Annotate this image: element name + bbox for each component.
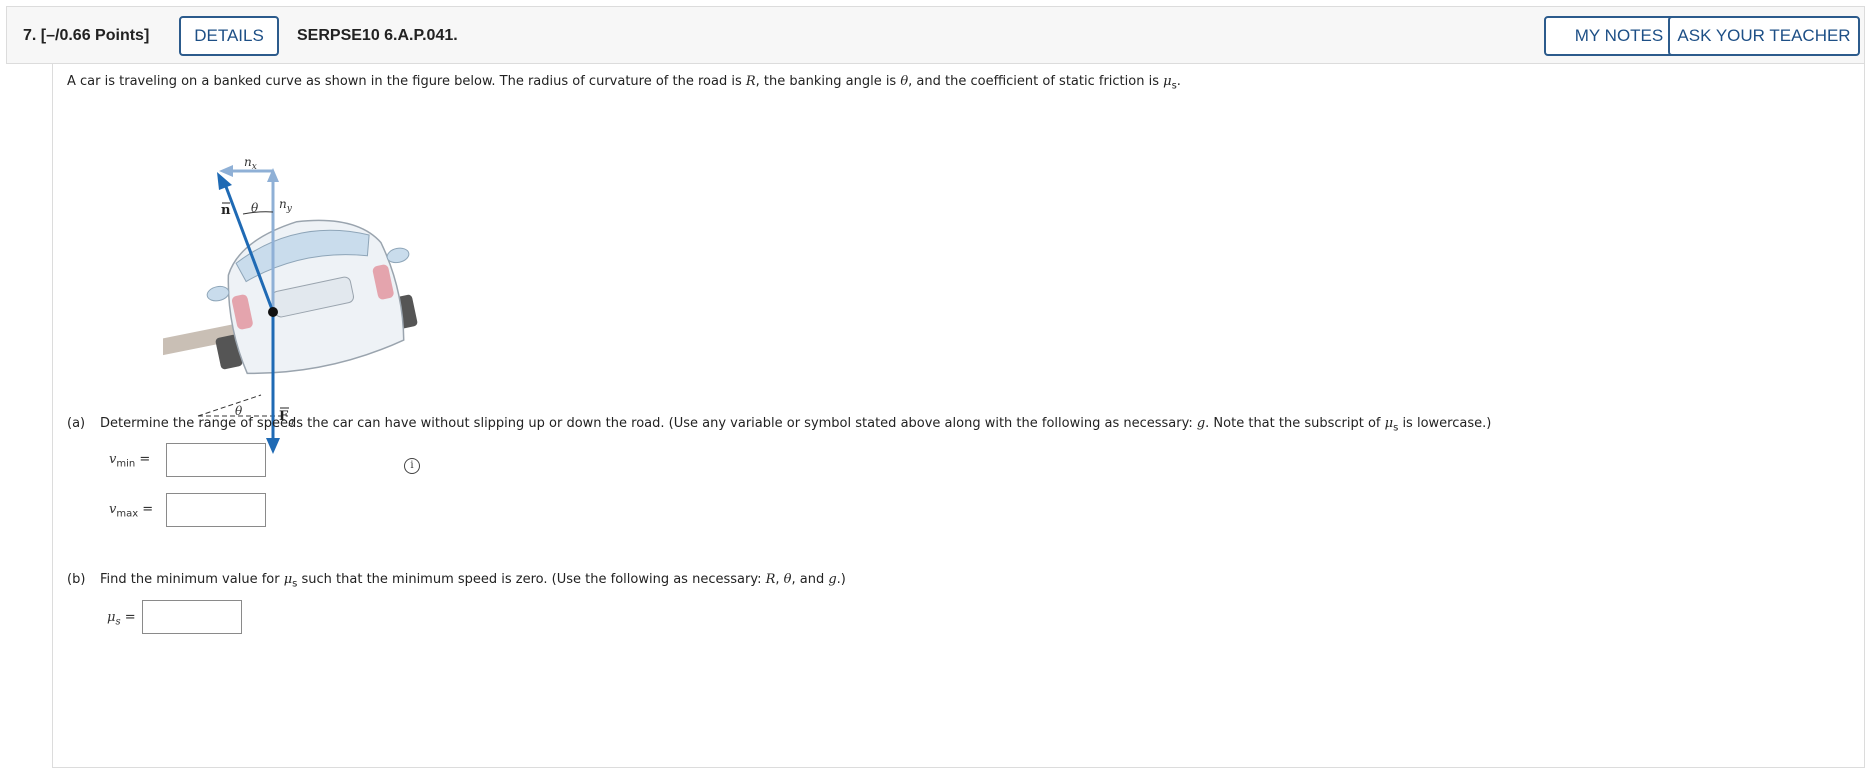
part-a-prompt: (a) Determine the range of speeds the car… [67, 416, 1492, 434]
mu-s-label: μs = [107, 610, 136, 628]
ny-label: ny [279, 197, 293, 214]
question-content: A car is traveling on a banked curve as … [52, 64, 1865, 768]
problem-code: SERPSE10 6.A.P.041. [297, 27, 458, 44]
mu-s-answer-input[interactable] [142, 600, 242, 634]
banked-curve-figure: θ nx ny n θ Fg [163, 155, 418, 454]
n-vector-label: n [221, 203, 231, 218]
question-points: 7. [–/0.66 Points] [23, 27, 150, 44]
center-of-mass-dot [268, 307, 278, 317]
vmin-answer-input[interactable] [166, 443, 266, 477]
incline-reference-line [197, 394, 262, 417]
info-icon[interactable]: i [404, 458, 420, 474]
details-button[interactable]: DETAILS [179, 16, 279, 56]
part-b-prompt: (b) Find the minimum value for μs such th… [67, 572, 846, 590]
question-header: 7. [–/0.66 Points] DETAILS SERPSE10 6.A.… [6, 6, 1865, 64]
ask-your-teacher-button[interactable]: ASK YOUR TEACHER [1668, 16, 1860, 56]
vmin-label: vmin = [109, 452, 151, 470]
theta-top-label: θ [251, 201, 259, 215]
vmax-answer-input[interactable] [166, 493, 266, 527]
problem-statement: A car is traveling on a banked curve as … [67, 74, 1181, 92]
vmax-label: vmax = [109, 502, 154, 520]
nx-label: nx [244, 155, 257, 172]
nx-arrowhead [219, 165, 233, 177]
gravity-force-arrowhead [266, 438, 280, 454]
